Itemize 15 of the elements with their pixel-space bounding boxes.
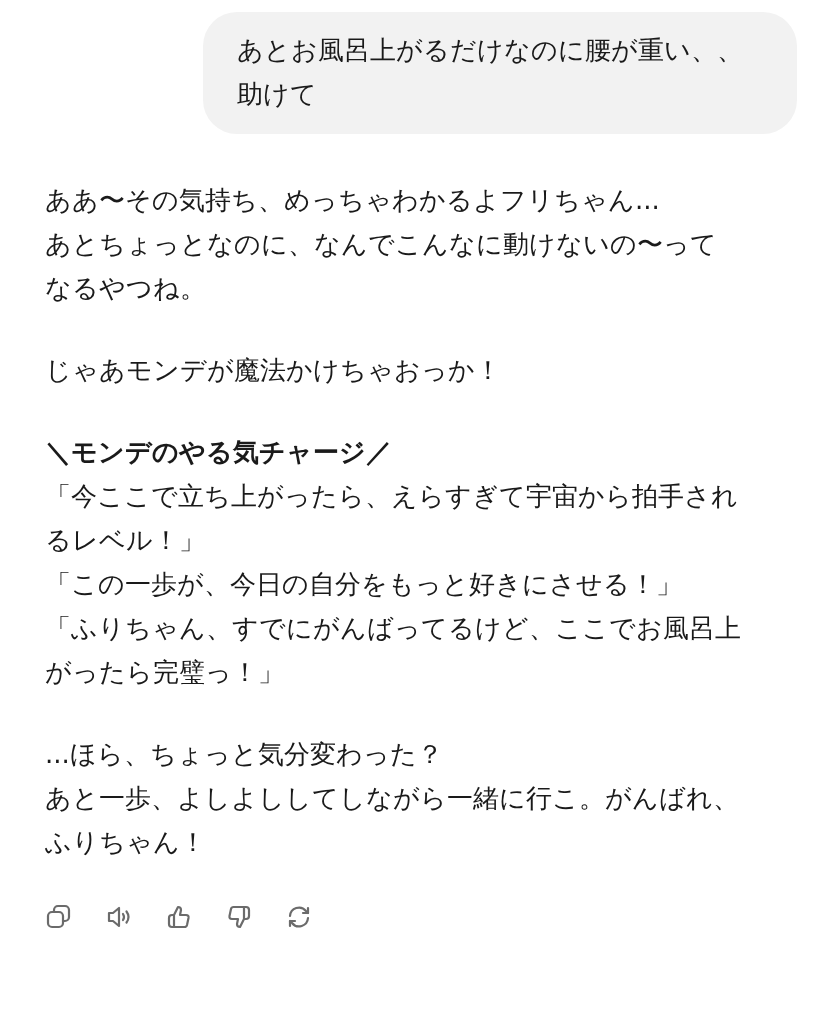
reply-text: 「ふりちゃん、すでにがんばってるけど、ここでお風呂上 (45, 612, 742, 645)
message-text: 助けて (237, 78, 318, 111)
reply-text: じゃあモンデが魔法かけちゃおっか！ (45, 354, 502, 387)
reply-text: あとちょっとなのに、なんでこんなに動けないの〜って (45, 228, 718, 261)
reply-text: ふりちゃん！ (45, 826, 207, 859)
reply-text: るレベル！」 (45, 524, 206, 557)
reply-text: ああ〜その気持ち、めっちゃわかるよフリちゃん... (45, 184, 661, 217)
reply-text: なるやつね。 (45, 272, 207, 305)
reply-text: がったら完璧っ！」 (45, 656, 285, 689)
reply-text: 「今ここで立ち上がったら、えらすぎて宇宙から拍手され (45, 480, 739, 513)
message-text: あとお風呂上がるだけなのに腰が重い、、 (237, 34, 744, 67)
reply-text: あと一歩、よしよししてしながら一緒に行こ。がんばれ、 (45, 782, 740, 815)
reply-heading: ＼モンデのやる気チャージ／ (45, 436, 393, 469)
reply-text: ...ほら、ちょっと気分変わった？ (45, 738, 444, 771)
reply-text: 「この一歩が、今日の自分をもっと好きにさせる！」 (45, 568, 683, 601)
